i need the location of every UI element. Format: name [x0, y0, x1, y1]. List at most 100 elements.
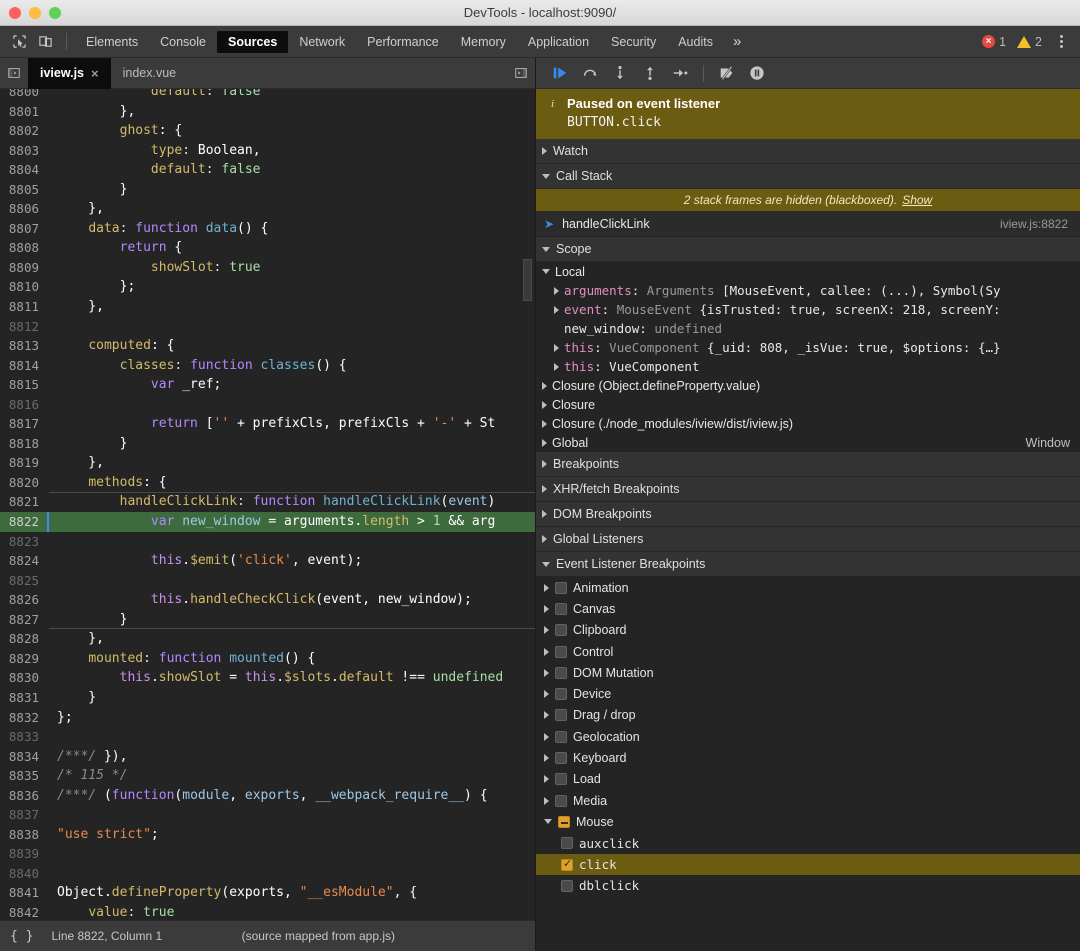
line-number[interactable]: 8808: [0, 238, 47, 258]
line-number[interactable]: 8816: [0, 395, 47, 415]
line-number[interactable]: 8832: [0, 708, 47, 728]
category-checkbox[interactable]: [555, 752, 567, 764]
error-count-badge[interactable]: × 1: [982, 35, 1013, 49]
code-line-highlighted[interactable]: 8822 var new_window = arguments.length >…: [0, 512, 535, 532]
code-line[interactable]: 8805 }: [0, 180, 535, 200]
line-number[interactable]: 8825: [0, 571, 47, 591]
editor-scrollbar-thumb[interactable]: [523, 259, 532, 301]
window-controls[interactable]: [0, 7, 61, 19]
line-number[interactable]: 8810: [0, 277, 47, 297]
line-number[interactable]: 8839: [0, 844, 47, 864]
tab-audits[interactable]: Audits: [667, 31, 724, 53]
show-debugger-icon[interactable]: [507, 66, 535, 80]
category-checkbox[interactable]: [555, 688, 567, 700]
line-number[interactable]: 8830: [0, 668, 47, 688]
line-number[interactable]: 8814: [0, 356, 47, 376]
chevron-right-icon[interactable]: [544, 797, 549, 805]
chevron-right-icon[interactable]: [544, 584, 549, 592]
chevron-right-icon[interactable]: [544, 648, 549, 656]
line-number[interactable]: 8827: [0, 610, 47, 630]
minimize-window-button[interactable]: [29, 7, 41, 19]
event-listener-category-canvas[interactable]: Canvas: [536, 598, 1080, 619]
chevron-right-icon[interactable]: [544, 733, 549, 741]
scope-group-local[interactable]: Local: [536, 262, 1080, 281]
code-line[interactable]: 8825: [0, 571, 535, 591]
scope-group-global[interactable]: Global Window: [536, 433, 1080, 452]
line-number[interactable]: 8838: [0, 825, 47, 845]
chevron-right-icon[interactable]: [544, 605, 549, 613]
pretty-print-button[interactable]: { }: [10, 929, 33, 944]
line-number[interactable]: 8833: [0, 727, 47, 747]
line-number[interactable]: 8800: [0, 89, 47, 102]
event-listener-item-auxclick[interactable]: auxclick: [536, 833, 1080, 854]
section-breakpoints[interactable]: Breakpoints: [536, 452, 1080, 477]
category-checkbox[interactable]: [555, 773, 567, 785]
code-line[interactable]: 8840: [0, 864, 535, 884]
code-line[interactable]: 8818 }: [0, 434, 535, 454]
line-number[interactable]: 8815: [0, 375, 47, 395]
code-line[interactable]: 8816: [0, 395, 535, 415]
code-line[interactable]: 8842 value: true: [0, 903, 535, 920]
line-number[interactable]: 8823: [0, 532, 47, 552]
code-line[interactable]: 8827 }: [0, 610, 535, 630]
line-number[interactable]: 8807: [0, 219, 47, 239]
code-line[interactable]: 8835/* 115 */: [0, 766, 535, 786]
category-checkbox[interactable]: [555, 582, 567, 594]
line-number[interactable]: 8829: [0, 649, 47, 669]
chevron-right-icon[interactable]: [544, 669, 549, 677]
more-tabs-button[interactable]: »: [724, 31, 750, 53]
scope-group-closure[interactable]: Closure: [536, 395, 1080, 414]
chevron-right-icon[interactable]: [544, 775, 549, 783]
code-line[interactable]: 8801 },: [0, 102, 535, 122]
inspect-element-icon[interactable]: [6, 29, 32, 55]
chevron-right-icon[interactable]: [544, 754, 549, 762]
event-listener-category-media[interactable]: Media: [536, 790, 1080, 811]
code-line[interactable]: 8838"use strict";: [0, 825, 535, 845]
code-line[interactable]: 8806 },: [0, 199, 535, 219]
pause-on-exceptions-button[interactable]: [743, 61, 771, 86]
code-line[interactable]: 8829 mounted: function mounted() {: [0, 649, 535, 669]
scope-row-new-window[interactable]: new_window: undefined: [536, 319, 1080, 338]
file-tab-iview-js[interactable]: iview.js ×: [28, 58, 111, 89]
chevron-right-icon[interactable]: [544, 711, 549, 719]
code-line[interactable]: 8833: [0, 727, 535, 747]
event-checkbox[interactable]: [561, 837, 573, 849]
code-line[interactable]: 8839: [0, 844, 535, 864]
line-number[interactable]: 8821: [0, 492, 47, 512]
close-window-button[interactable]: [9, 7, 21, 19]
line-number[interactable]: 8818: [0, 434, 47, 454]
section-event-listener-breakpoints[interactable]: Event Listener Breakpoints: [536, 552, 1080, 577]
tab-performance[interactable]: Performance: [356, 31, 450, 53]
code-line[interactable]: 8817 return ['' + prefixCls, prefixCls +…: [0, 414, 535, 434]
code-line[interactable]: 8807 data: function data() {: [0, 219, 535, 239]
tab-elements[interactable]: Elements: [75, 31, 149, 53]
tab-memory[interactable]: Memory: [450, 31, 517, 53]
code-line[interactable]: 8841Object.defineProperty(exports, "__es…: [0, 883, 535, 903]
scope-row-this[interactable]: this: VueComponent: [536, 357, 1080, 376]
category-checkbox[interactable]: [558, 816, 570, 828]
code-line[interactable]: 8820 methods: {: [0, 473, 535, 493]
event-listener-category-geolocation[interactable]: Geolocation: [536, 726, 1080, 747]
event-listener-category-device[interactable]: Device: [536, 683, 1080, 704]
line-number[interactable]: 8835: [0, 766, 47, 786]
line-number[interactable]: 8804: [0, 160, 47, 180]
code-line[interactable]: 8828 },: [0, 629, 535, 649]
event-checkbox[interactable]: [561, 859, 573, 871]
zoom-window-button[interactable]: [49, 7, 61, 19]
code-line[interactable]: 8836/***/ (function(module, exports, __w…: [0, 786, 535, 806]
code-lines[interactable]: 8800 default: false8801 },8802 ghost: {8…: [0, 89, 535, 920]
category-checkbox[interactable]: [555, 646, 567, 658]
event-listener-category-load[interactable]: Load: [536, 769, 1080, 790]
line-number[interactable]: 8841: [0, 883, 47, 903]
scope-row-arguments[interactable]: arguments: Arguments [MouseEvent, callee…: [536, 281, 1080, 300]
device-toolbar-icon[interactable]: [32, 29, 58, 55]
code-line[interactable]: 8800 default: false: [0, 89, 535, 102]
code-line[interactable]: 8830 this.showSlot = this.$slots.default…: [0, 668, 535, 688]
chevron-right-icon[interactable]: [544, 626, 549, 634]
category-checkbox[interactable]: [555, 667, 567, 679]
customize-devtools-menu-icon[interactable]: [1053, 35, 1070, 48]
call-stack-frame[interactable]: ➤ handleClickLink iview.js:8822: [536, 211, 1080, 237]
section-call-stack[interactable]: Call Stack: [536, 164, 1080, 189]
line-number[interactable]: 8826: [0, 590, 47, 610]
event-listener-category-keyboard[interactable]: Keyboard: [536, 747, 1080, 768]
